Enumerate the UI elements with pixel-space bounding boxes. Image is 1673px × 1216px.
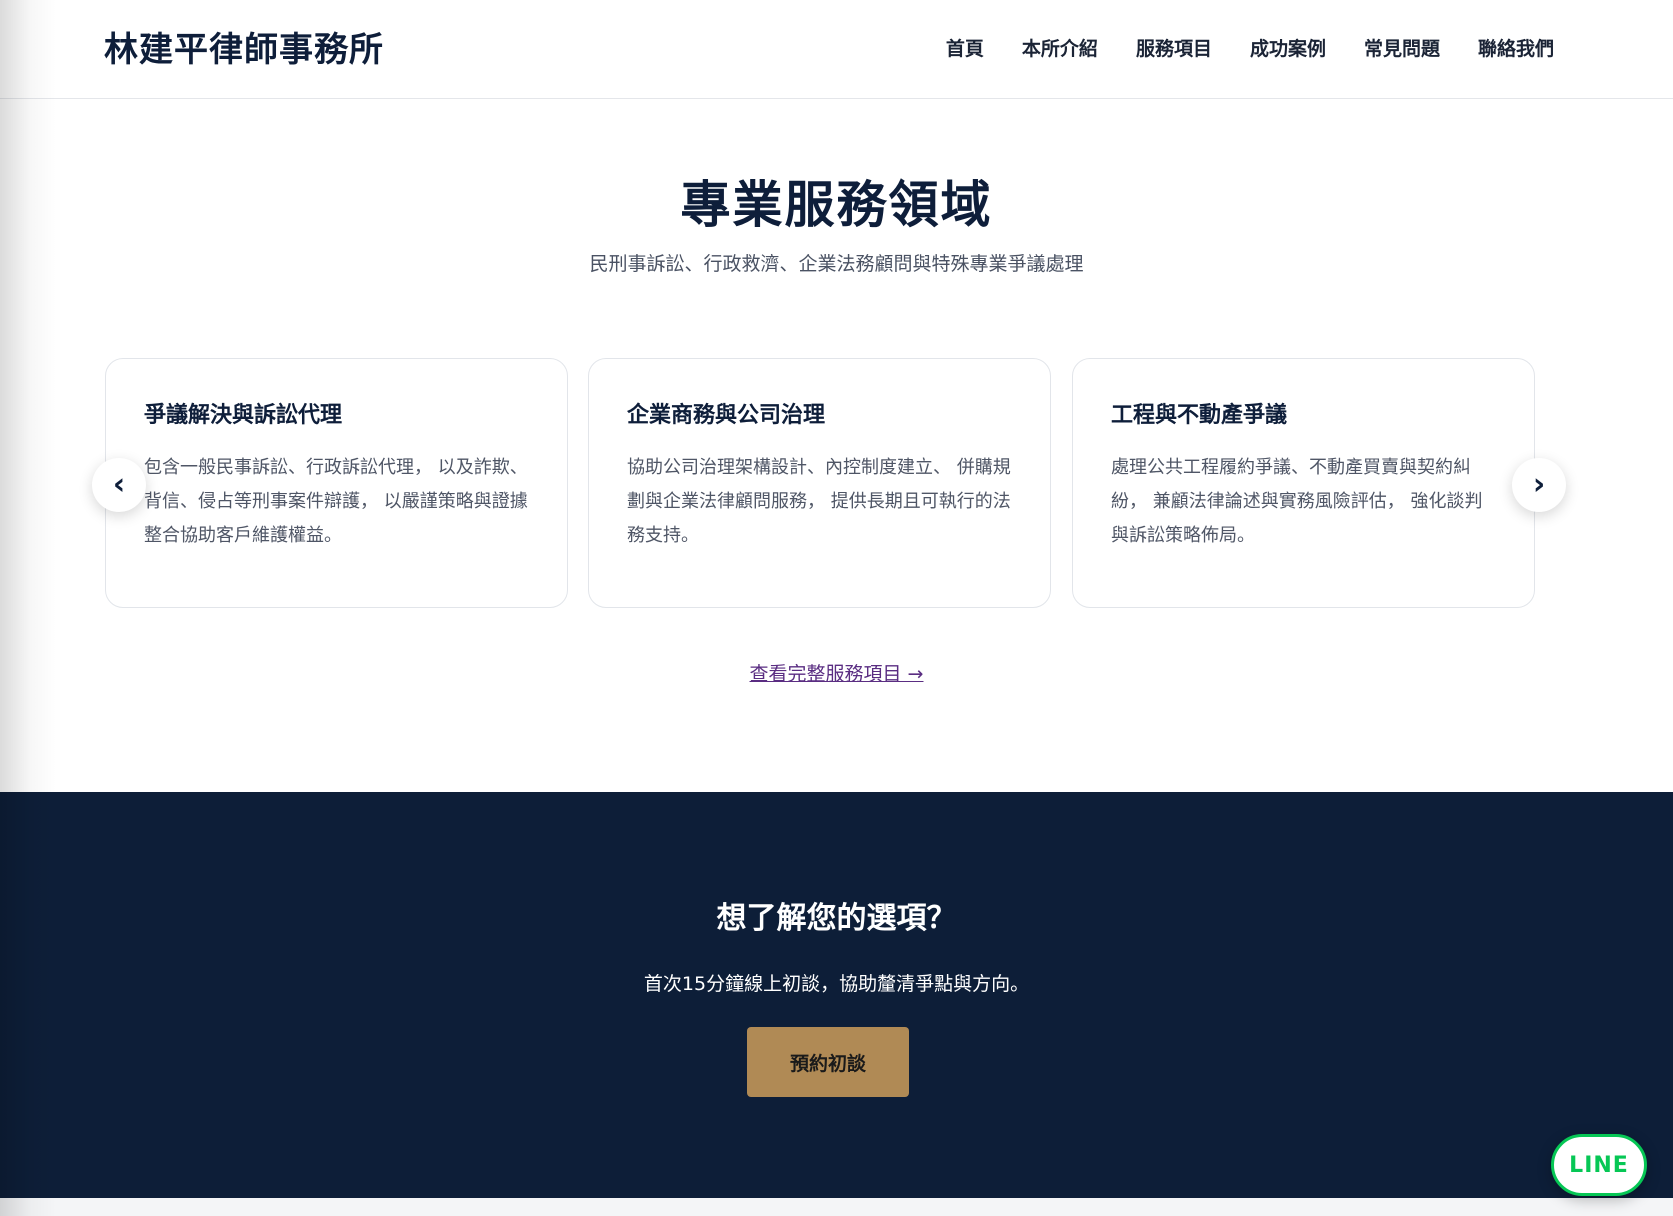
cta-title: 想了解您的選項？ bbox=[716, 901, 957, 936]
service-card-description: 協助公司治理架構設計、內控制度建立、 併購規劃與企業法律顧問服務， 提供長期且可… bbox=[627, 457, 1011, 546]
service-card-title: 工程與不動產爭議 bbox=[1111, 402, 1288, 428]
site-header: 林建平律師事務所 首頁 本所介紹 服務項目 成功案例 常見問題 聯絡我們 bbox=[0, 0, 1673, 99]
nav-item-services[interactable]: 服務項目 bbox=[1136, 34, 1212, 64]
nav-item-contact[interactable]: 聯絡我們 bbox=[1478, 34, 1554, 64]
service-card-description: 包含一般民事訴訟、行政訴訟代理， 以及詐欺、背信、侵占等刑事案件辯護， 以嚴謹策… bbox=[144, 457, 528, 546]
cta-description: 首次15分鐘線上初談，協助釐清爭點與方向。 bbox=[643, 973, 1030, 995]
brand-logo-text[interactable]: 林建平律師事務所 bbox=[104, 28, 384, 72]
service-card-title: 企業商務與公司治理 bbox=[627, 402, 826, 428]
service-card-litigation[interactable]: 爭議解決與訴訟代理 包含一般民事訴訟、行政訴訟代理， 以及詐欺、背信、侵占等刑事… bbox=[105, 358, 568, 608]
nav-item-home[interactable]: 首頁 bbox=[946, 34, 984, 64]
service-card-title: 爭議解決與訴訟代理 bbox=[144, 402, 343, 428]
view-all-services-wrapper: 查看完整服務項目 → bbox=[0, 660, 1673, 688]
services-subtitle: 民刑事訴訟、行政救濟、企業法務顧問與特殊專業爭議處理 bbox=[589, 253, 1084, 275]
view-all-services-link[interactable]: 查看完整服務項目 → bbox=[750, 663, 924, 685]
services-title: 專業服務領域 bbox=[680, 175, 993, 234]
main-nav: 首頁 本所介紹 服務項目 成功案例 常見問題 聯絡我們 bbox=[908, 34, 1554, 64]
service-card-corporate[interactable]: 企業商務與公司治理 協助公司治理架構設計、內控制度建立、 併購規劃與企業法律顧問… bbox=[588, 358, 1051, 608]
service-card-description: 處理公共工程履約爭議、不動產買賣與契約糾紛， 兼顧法律論述與實務風險評估， 強化… bbox=[1111, 457, 1483, 546]
nav-item-about[interactable]: 本所介紹 bbox=[1022, 34, 1098, 64]
book-consultation-button[interactable]: 預約初談 bbox=[747, 1027, 909, 1097]
carousel-prev-button[interactable]: ‹ bbox=[92, 458, 146, 512]
footer-edge bbox=[0, 1198, 1673, 1216]
service-card-construction-realestate[interactable]: 工程與不動產爭議 處理公共工程履約爭議、不動產買賣與契約糾紛， 兼顧法律論述與實… bbox=[1072, 358, 1535, 608]
nav-item-faq[interactable]: 常見問題 bbox=[1364, 34, 1440, 64]
consultation-cta-section: 想了解您的選項？ 首次15分鐘線上初談，協助釐清爭點與方向。 預約初談 bbox=[0, 792, 1673, 1198]
carousel-next-button[interactable]: › bbox=[1512, 458, 1566, 512]
chevron-right-icon: › bbox=[1532, 467, 1546, 502]
nav-item-cases[interactable]: 成功案例 bbox=[1250, 34, 1326, 64]
services-section: 專業服務領域 民刑事訴訟、行政救濟、企業法務顧問與特殊專業爭議處理 ‹ 爭議解決… bbox=[0, 100, 1673, 792]
chevron-left-icon: ‹ bbox=[112, 467, 126, 502]
line-chat-button[interactable]: LINE bbox=[1551, 1134, 1647, 1196]
